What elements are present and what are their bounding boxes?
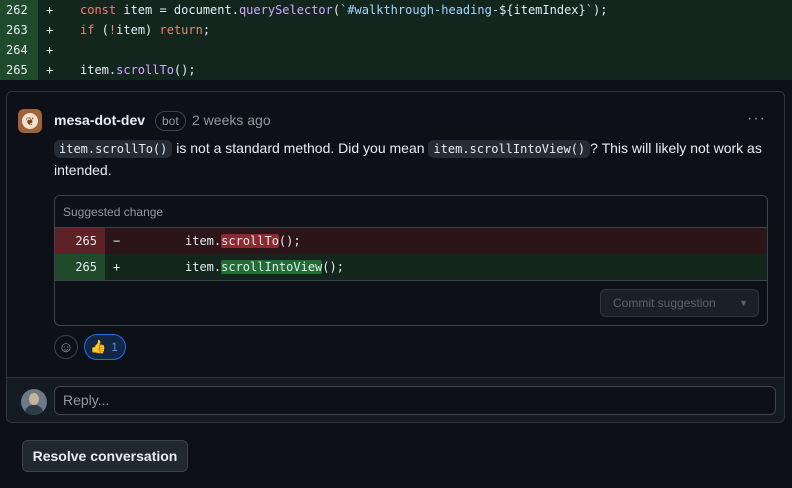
suggestion-deleted-line: 265 − item.scrollTo(); [55,228,767,254]
commit-suggestion-button[interactable]: Commit suggestion ▼ [600,289,759,317]
line-number: 265 [55,254,105,280]
smiley-icon: ☺ [58,338,74,356]
comment-timestamp[interactable]: 2 weeks ago [192,112,271,128]
code-line: if (!item) return; [58,23,210,37]
line-number[interactable]: 264 [0,40,38,60]
inline-code: item.scrollTo() [54,140,173,158]
diff-sign: + [46,63,54,77]
avatar-head [29,393,39,405]
diff-line: 265 + item.scrollTo(); [0,60,792,80]
commit-suggestion-label: Commit suggestion [613,296,716,310]
reaction-count: 1 [111,340,118,354]
diff-sign: + [46,3,54,17]
thumbs-up-icon: 👍 [90,339,107,354]
bot-badge: bot [155,111,186,131]
resolve-conversation-button[interactable]: Resolve conversation [22,440,188,472]
line-number[interactable]: 262 [0,0,38,20]
diff-line: 264 + [0,40,792,60]
line-number[interactable]: 265 [0,60,38,80]
reply-input[interactable]: Reply... [54,386,776,415]
comment-body: item.scrollTo() is not a standard method… [54,138,774,181]
code-line: item.scrollTo(); [135,234,301,248]
code-token: item. [185,260,222,274]
avatar-torso [25,405,43,415]
code-token: `#walkthrough-heading- [340,3,500,17]
code-line: item.scrollTo(); [58,63,196,77]
diff-sign: + [113,260,121,274]
user-avatar [21,389,47,415]
code-token: ` [585,3,593,17]
chevron-down-icon[interactable]: ▼ [739,298,748,308]
diff-line: 262 + const item = document.querySelector(… [0,0,792,20]
code-token: if [80,23,95,37]
line-number[interactable]: 263 [0,20,38,40]
code-token: item) [116,23,160,37]
leaf-icon: ❦ [22,113,38,129]
bot-avatar[interactable]: ❦ [18,109,42,133]
code-token: (); [173,63,196,77]
thumbs-up-reaction[interactable]: 👍 1 [84,334,126,360]
code-token: ; [202,23,211,37]
code-line: const item = document.querySelector(`#wa… [58,3,607,17]
suggestion-footer: Commit suggestion ▼ [55,280,767,325]
code-token: ( [94,23,109,37]
suggested-change-box: Suggested change 265 − item.scrollTo(); … [54,195,768,326]
code-line: item.scrollIntoView(); [135,260,344,274]
review-comment: ❦ mesa-dot-dev bot 2 weeks ago ··· item.… [7,92,784,377]
comment-text: is not a standard method. Did you mean [172,140,429,156]
code-token: (); [278,234,301,248]
comment-author[interactable]: mesa-dot-dev [54,112,145,128]
code-token-removed: scrollTo [221,234,279,248]
diff-line: 263 + if (!item) return; [0,20,792,40]
diff-sign: + [46,43,54,57]
inline-code: item.scrollIntoView() [428,140,591,158]
code-token: item. [185,234,222,248]
line-number: 265 [55,228,105,254]
diff-view: 262 + const item = document.querySelector(… [0,0,792,80]
more-options-icon[interactable]: ··· [747,111,766,127]
code-token-added: scrollIntoView [221,260,323,274]
review-thread: ❦ mesa-dot-dev bot 2 weeks ago ··· item.… [6,91,785,423]
diff-sign: + [46,23,54,37]
code-token: querySelector [238,3,333,17]
add-reaction-button[interactable]: ☺ [54,335,78,359]
reply-area: Reply... [7,377,784,422]
code-token: ${itemIndex} [499,3,586,17]
diff-sign: − [113,234,121,248]
code-token: scrollTo [116,63,174,77]
code-token: item. [80,63,117,77]
code-token: (); [322,260,344,274]
code-token: ); [593,3,608,17]
code-token: return [159,23,203,37]
suggestion-added-line: 265 + item.scrollIntoView(); [55,254,767,280]
code-token: const [80,3,117,17]
suggested-change-header: Suggested change [55,196,767,228]
code-token: item = document. [116,3,239,17]
